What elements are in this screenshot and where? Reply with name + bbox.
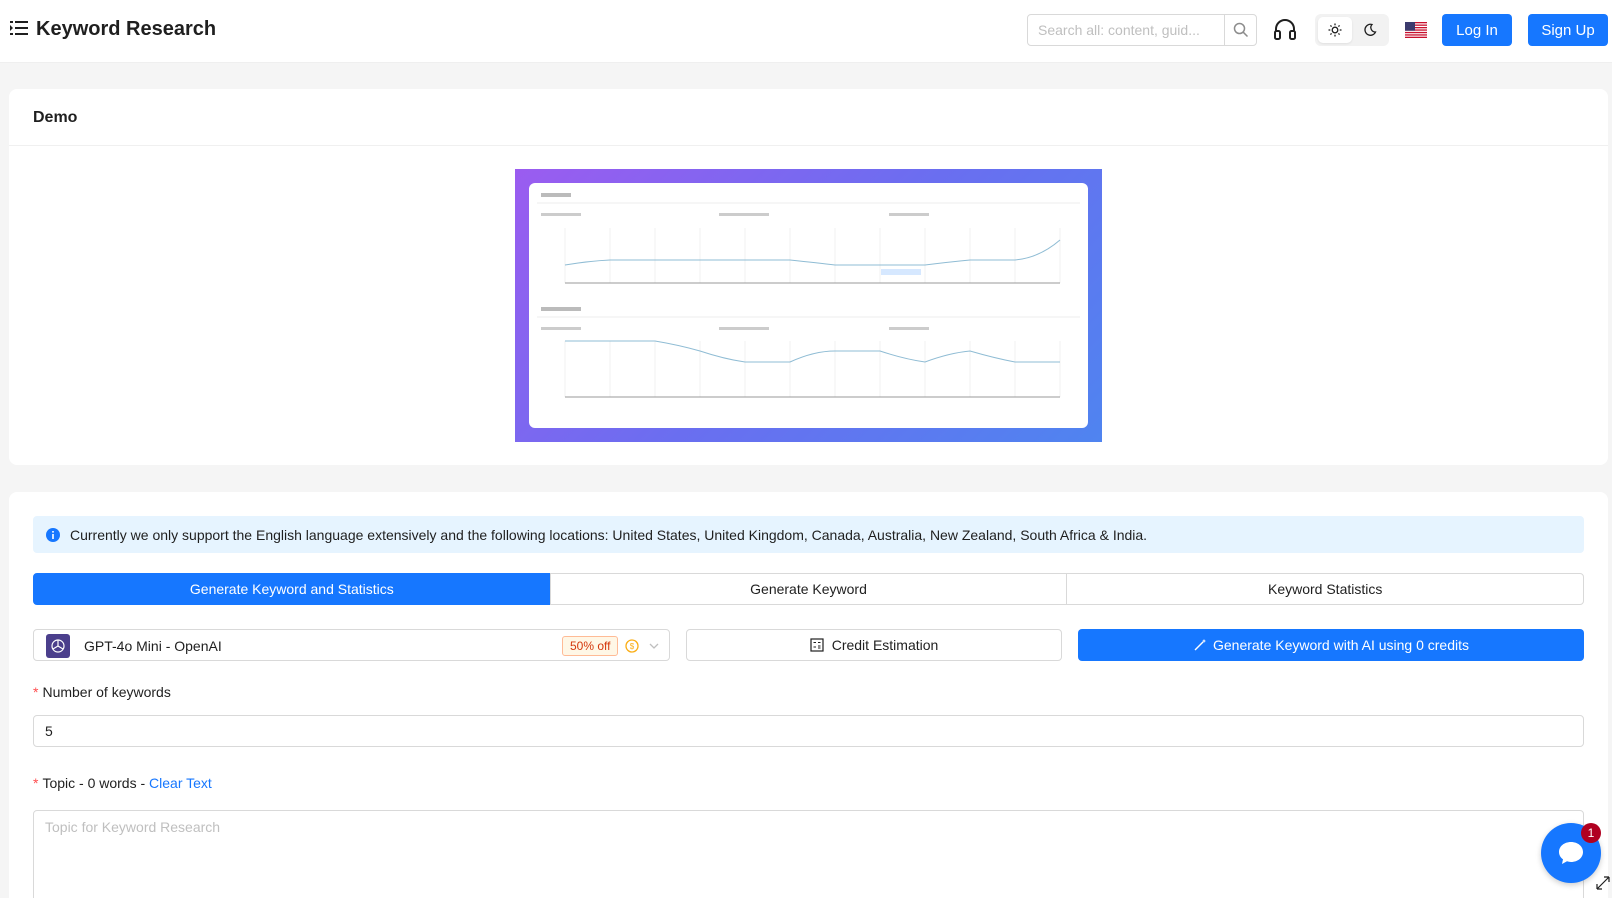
dark-theme-button[interactable] xyxy=(1353,17,1387,43)
required-mark: * xyxy=(33,775,39,791)
info-icon xyxy=(46,527,60,542)
info-text: Currently we only support the English la… xyxy=(70,526,1148,543)
number-of-keywords-text: Number of keywords xyxy=(42,684,171,700)
chat-notification-badge: 1 xyxy=(1581,823,1601,843)
demo-screenshot xyxy=(529,183,1088,428)
calculator-icon xyxy=(810,638,824,652)
model-name: GPT-4o Mini - OpenAI xyxy=(84,638,222,654)
credit-estimation-label: Credit Estimation xyxy=(831,637,939,653)
tab-generate-keyword-and-statistics[interactable]: Generate Keyword and Statistics xyxy=(33,573,551,605)
demo-title: Demo xyxy=(33,109,78,126)
app-title: Keyword Research xyxy=(36,18,217,40)
top-header: Keyword Research Search all: content, gu… xyxy=(0,0,1612,63)
tab-keyword-statistics[interactable]: Keyword Statistics xyxy=(1066,573,1585,605)
credit-estimation-button[interactable]: Credit Estimation xyxy=(686,629,1062,661)
keyword-form-card: Currently we only support the English la… xyxy=(9,492,1608,898)
tab-generate-keyword[interactable]: Generate Keyword xyxy=(549,573,1068,605)
magic-wand-icon xyxy=(1194,639,1206,651)
search-icon xyxy=(1233,22,1248,38)
divider xyxy=(9,145,1608,146)
search-button[interactable] xyxy=(1224,15,1256,45)
signup-button[interactable]: Sign Up xyxy=(1528,14,1608,46)
demo-image xyxy=(515,169,1102,442)
resize-icon[interactable] xyxy=(1595,875,1611,891)
demo-card: Demo xyxy=(9,89,1608,465)
model-select[interactable]: GPT-4o Mini - OpenAI 50% off $ xyxy=(33,629,670,661)
moon-icon xyxy=(1364,23,1377,36)
chevron-down-icon xyxy=(649,643,659,649)
search-input[interactable] xyxy=(1028,15,1225,45)
search-box xyxy=(1027,14,1257,46)
generate-keyword-label: Generate Keyword with AI using 0 credits xyxy=(1212,637,1470,653)
sun-icon xyxy=(1328,23,1342,37)
svg-text:$: $ xyxy=(630,642,635,651)
discount-badge: 50% off xyxy=(562,636,619,656)
headset-icon[interactable] xyxy=(1272,17,1298,43)
light-theme-button[interactable] xyxy=(1318,17,1352,43)
demo-chart-illustration xyxy=(537,193,1080,398)
login-button[interactable]: Log In xyxy=(1442,14,1512,46)
required-mark: * xyxy=(33,684,39,700)
generate-keyword-button[interactable]: Generate Keyword with AI using 0 credits xyxy=(1078,629,1584,661)
theme-toggle xyxy=(1315,14,1389,46)
chat-icon xyxy=(1559,842,1583,864)
number-of-keywords-label: * Number of keywords xyxy=(33,684,171,700)
topic-textarea[interactable] xyxy=(33,810,1584,898)
us-flag-icon[interactable] xyxy=(1405,22,1427,38)
topic-label: * Topic - 0 words - Clear Text xyxy=(33,775,212,791)
openai-logo-icon xyxy=(46,634,70,658)
mode-tabs: Generate Keyword and Statistics Generate… xyxy=(33,573,1585,605)
topic-label-text: Topic - 0 words - xyxy=(42,775,150,791)
info-alert: Currently we only support the English la… xyxy=(33,516,1584,553)
menu-icon[interactable] xyxy=(10,20,28,36)
number-of-keywords-input[interactable] xyxy=(33,715,1584,747)
clear-text-link[interactable]: Clear Text xyxy=(149,775,212,791)
coin-icon: $ xyxy=(625,639,639,653)
